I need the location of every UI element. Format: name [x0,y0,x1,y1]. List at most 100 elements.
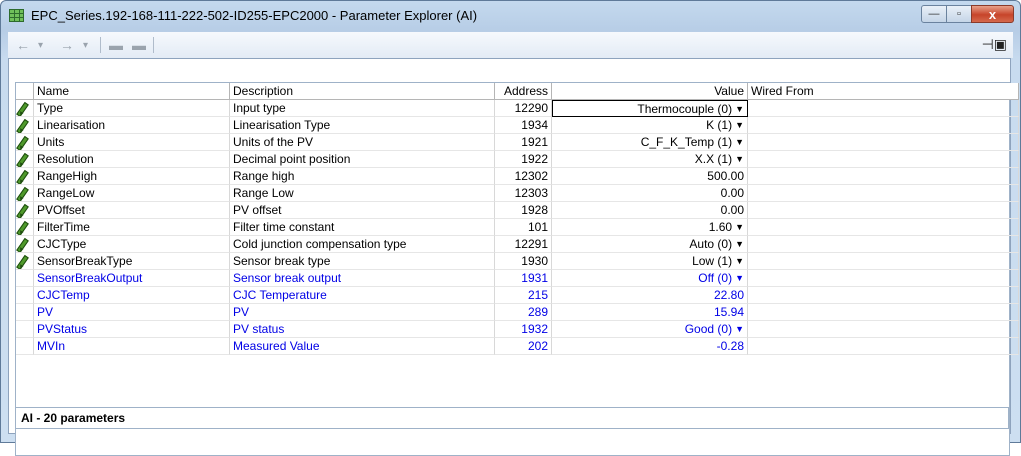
forward-dropdown-icon[interactable]: ▾ [83,35,88,55]
table-row[interactable]: MVIn Measured Value 202 -0.28 [16,338,1019,355]
param-value-text: 1.60 [708,220,733,234]
table-row[interactable]: CJCType Cold junction compensation type 12… [16,236,1019,253]
pencil-icon [16,253,33,269]
table-row[interactable]: PVOffset PV offset 1928 0.00 [16,202,1019,219]
forward-arrow-icon[interactable]: → [60,35,74,55]
param-name: CJCTemp [34,287,230,304]
dropdown-arrow-icon[interactable]: ▼ [735,151,744,167]
param-value-text: Low (1) [692,254,733,268]
maximize-button[interactable]: ▫ [946,5,972,23]
param-value-text: Auto (0) [689,237,733,251]
pencil-icon [16,134,33,150]
table-icon [9,9,24,22]
param-value[interactable]: 0.00 [552,185,748,202]
param-name: SensorBreakType [34,253,230,270]
table-row[interactable]: FilterTime Filter time constant 101 1.60 ▼ [16,219,1019,236]
row-icon-cell [16,304,34,321]
param-address: 1921 [495,134,552,151]
dropdown-arrow-icon[interactable]: ▼ [735,236,744,252]
column-header-address[interactable]: Address [495,83,552,100]
param-name: FilterTime [34,219,230,236]
param-value-text: 0.00 [720,186,744,200]
row-icon-cell [16,287,34,304]
table-row[interactable]: Type Input type 12290 Thermocouple (0) ▼ [16,100,1019,117]
param-name: PVOffset [34,202,230,219]
column-header-name[interactable]: Name [34,83,230,100]
table-row[interactable]: PVStatus PV status 1932 Good (0) ▼ [16,321,1019,338]
column-header-description[interactable]: Description [230,83,495,100]
table-row[interactable]: PV PV 289 15.94 [16,304,1019,321]
param-address: 1922 [495,151,552,168]
param-name: PVStatus [34,321,230,338]
param-value-select[interactable]: 1.60 ▼ [552,219,748,236]
param-value: 22.80 [552,287,748,304]
param-value-select[interactable]: K (1) ▼ [552,117,748,134]
param-description: PV status [230,321,495,338]
param-name: Type [34,100,230,117]
param-value[interactable]: 500.00 [552,168,748,185]
column-header-value[interactable]: Value [552,83,748,100]
back-dropdown-icon[interactable]: ▾ [38,35,43,55]
dropdown-arrow-icon[interactable]: ▼ [735,101,744,116]
param-wired-from [748,117,1019,134]
minimize-button[interactable]: — [921,5,947,23]
param-address: 202 [495,338,552,355]
param-value-text: Thermocouple (0) [637,102,733,116]
table-row[interactable]: Units Units of the PV 1921 C_F_K_Temp (1) ▼ [16,134,1019,151]
table-row[interactable]: SensorBreakOutput Sensor break output 1931… [16,270,1019,287]
folder-up-icon[interactable]: ▬ [109,35,123,55]
row-icon-cell [16,185,34,202]
param-value: -0.28 [552,338,748,355]
param-name: Units [34,134,230,151]
table-row[interactable]: Linearisation Linearisation Type 1934 K (1)… [16,117,1019,134]
table-row[interactable]: SensorBreakType Sensor break type 1930 Low … [16,253,1019,270]
row-icon-cell [16,236,34,253]
folder-icon[interactable]: ▬ [132,35,146,55]
dropdown-arrow-icon[interactable]: ▼ [735,117,744,133]
param-value-text: 15.94 [713,305,744,319]
param-value-select: Off (0) ▼ [552,270,748,287]
param-value-select[interactable]: Low (1) ▼ [552,253,748,270]
param-value-select[interactable]: Auto (0) ▼ [552,236,748,253]
dropdown-arrow-icon[interactable]: ▼ [735,219,744,235]
close-button[interactable]: x [971,5,1014,23]
param-name: PV [34,304,230,321]
param-wired-from [748,219,1019,236]
param-wired-from [748,253,1019,270]
row-icon-cell [16,270,34,287]
param-value-select[interactable]: X.X (1) ▼ [552,151,748,168]
pencil-icon [16,202,33,218]
row-icon-cell [16,117,34,134]
table-row[interactable]: RangeLow Range Low 12303 0.00 [16,185,1019,202]
toolbar-separator [100,37,101,53]
param-value[interactable]: 0.00 [552,202,748,219]
row-icon-cell [16,134,34,151]
param-value: 15.94 [552,304,748,321]
param-description: Input type [230,100,495,117]
param-description: Measured Value [230,338,495,355]
title-bar[interactable]: EPC_Series.192-168-111-222-502-ID255-EPC… [1,1,1020,31]
param-address: 12302 [495,168,552,185]
column-header-icon [16,83,34,100]
param-address: 1931 [495,270,552,287]
param-value-select[interactable]: C_F_K_Temp (1) ▼ [552,134,748,151]
param-wired-from [748,151,1019,168]
table-row[interactable]: RangeHigh Range high 12302 500.00 [16,168,1019,185]
pencil-icon [16,236,33,252]
pin-icon[interactable]: ⊣▣ [982,36,1007,53]
row-icon-cell [16,168,34,185]
param-value-text: 22.80 [713,288,744,302]
dropdown-arrow-icon[interactable]: ▼ [735,134,744,150]
back-arrow-icon[interactable]: ← [16,35,30,55]
table-row[interactable]: Resolution Decimal point position 1922 X.X … [16,151,1019,168]
pencil-icon [16,219,33,235]
param-value-select[interactable]: Thermocouple (0) ▼ [552,100,748,117]
table-row[interactable]: CJCTemp CJC Temperature 215 22.80 [16,287,1019,304]
column-header-wired-from[interactable]: Wired From [748,83,1019,100]
param-wired-from [748,185,1019,202]
param-value-text: 0.00 [720,203,744,217]
parameter-grid: Name Description Address Value Wired From Typ… [15,82,1019,456]
param-description: Sensor break output [230,270,495,287]
param-value-text: Good (0) [684,322,733,336]
dropdown-arrow-icon[interactable]: ▼ [735,253,744,269]
